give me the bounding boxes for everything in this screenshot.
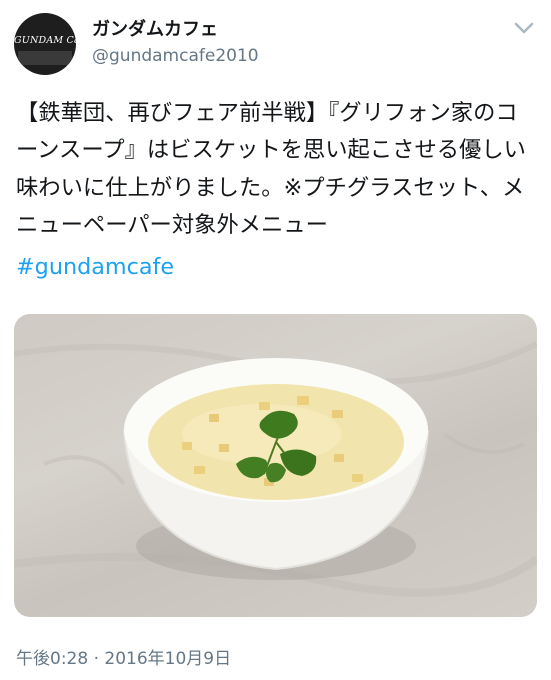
soup-photo xyxy=(14,341,537,597)
tweet-text: 【鉄華団、再びフェア前半戦】『グリフォン家のコーンスープ』はビスケットを思い起こ… xyxy=(16,100,526,238)
hashtag-link[interactable]: #gundamcafe xyxy=(16,249,174,286)
chevron-down-icon[interactable] xyxy=(512,18,536,38)
user-handle[interactable]: @gundamcafe2010 xyxy=(92,46,259,66)
avatar-logo: GUNDAM Cafe xyxy=(14,35,76,46)
tweet-image[interactable] xyxy=(14,314,537,617)
avatar[interactable]: GUNDAM Cafe xyxy=(14,13,76,75)
avatar-storefront xyxy=(18,51,72,65)
display-name[interactable]: ガンダムカフェ xyxy=(92,15,218,41)
tweet-timestamp[interactable]: 午後0:28 · 2016年10月9日 xyxy=(16,644,231,669)
